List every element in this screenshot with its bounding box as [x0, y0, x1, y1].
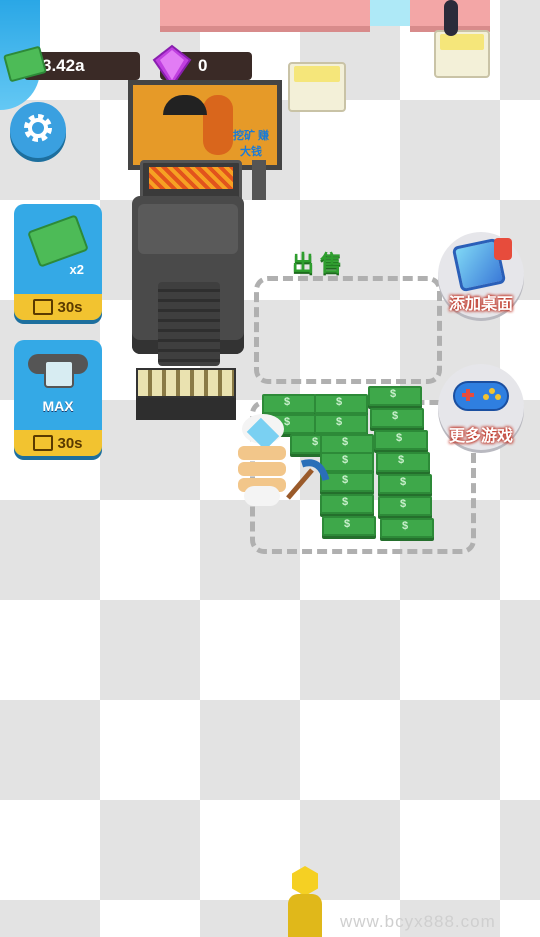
treasure-chest[interactable] [288, 62, 346, 112]
upgrade-tool-timer: 30s [14, 430, 102, 456]
add-desktop-label: 添加桌面 [448, 296, 513, 313]
cash-counter: 3.42a [3, 45, 140, 83]
sell-zone[interactable] [254, 276, 442, 384]
npc-character [444, 0, 458, 36]
upgrade-tool-badge: MAX [42, 398, 74, 414]
video-icon [33, 299, 54, 315]
cash-stack [380, 518, 434, 538]
chainsaw-body-icon [44, 360, 74, 388]
gamepad-icon [452, 378, 510, 419]
billboard-text: 挖矿 赚大钱 [232, 130, 270, 158]
conveyor-belt [158, 282, 220, 366]
double-cash-timer-text: 30s [57, 298, 83, 316]
billboard-pole [252, 160, 266, 200]
cash-stack [262, 394, 316, 414]
more-games-label: 更多游戏 [448, 428, 513, 445]
upgrade-tool-button[interactable]: MAX 30s [14, 340, 102, 456]
wall-segment [370, 0, 410, 26]
settings-button[interactable] [10, 102, 66, 158]
gem-value: 0 [198, 56, 208, 75]
cash-stack [320, 434, 374, 454]
upgrade-tool-timer-text: 30s [57, 434, 83, 452]
umbrella-icon [163, 95, 207, 115]
megaphone-icon [494, 238, 512, 260]
cash-stack [322, 516, 376, 536]
cash-stack [314, 394, 368, 414]
video-icon [33, 435, 54, 451]
watermark: www.bcyx888.com [340, 912, 496, 931]
cash-stack [370, 408, 424, 428]
double-cash-timer: 30s [14, 294, 102, 320]
sell-zone-label: 出售 [292, 251, 349, 276]
cash-stack [376, 452, 430, 472]
gem-counter: 0 [152, 44, 252, 88]
gear-icon [20, 110, 56, 151]
cash-stack [378, 496, 432, 516]
money-bundle-icon [27, 214, 89, 268]
cash-stack [368, 386, 422, 406]
add-desktop-button[interactable]: 添加桌面 [438, 232, 524, 318]
double-cash-button[interactable]: x2 30s [14, 204, 102, 320]
billboard: 挖矿 赚大钱 [128, 80, 282, 170]
treasure-chest[interactable] [434, 30, 490, 78]
pickaxe-icon [282, 458, 330, 504]
wall-segment [160, 0, 370, 32]
cash-value: 3.42a [42, 56, 85, 75]
output-platform [136, 368, 236, 424]
cash-stack [314, 414, 368, 434]
cash-stack [378, 474, 432, 494]
cash-stack [374, 430, 428, 450]
double-cash-badge: x2 [69, 262, 84, 277]
more-games-button[interactable]: 更多游戏 [438, 364, 524, 450]
yellow-npc [284, 866, 324, 937]
